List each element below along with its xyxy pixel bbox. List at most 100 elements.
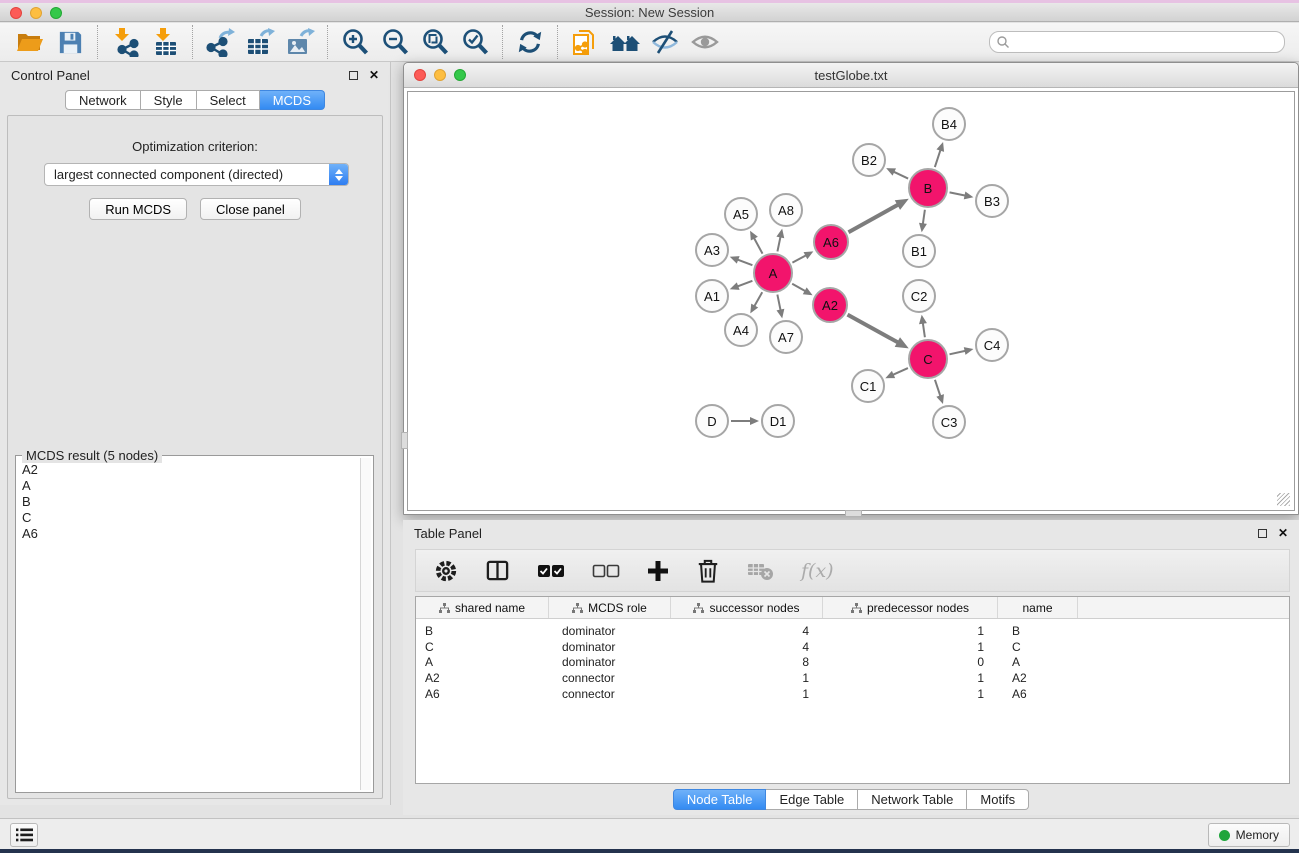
network-window-titlebar[interactable]: testGlobe.txt	[404, 63, 1298, 88]
tab-select[interactable]: Select	[197, 90, 260, 110]
tab-style[interactable]: Style	[141, 90, 197, 110]
split-handle-vertical[interactable]	[401, 432, 408, 449]
save-session-button[interactable]	[50, 25, 90, 59]
delete-icon[interactable]	[696, 558, 720, 584]
function-builder-icon[interactable]: f(x)	[801, 560, 834, 582]
table-cell[interactable]: connector	[549, 687, 671, 701]
table-cell[interactable]: A2	[998, 671, 1078, 685]
network-minimize-button[interactable]	[434, 69, 446, 81]
search-box[interactable]	[989, 31, 1285, 53]
column-header-shared-name[interactable]: shared name	[416, 597, 549, 618]
close-table-panel-button[interactable]: ✕	[1278, 527, 1288, 539]
network-node-A4[interactable]: A4	[724, 313, 758, 347]
network-node-C1[interactable]: C1	[851, 369, 885, 403]
network-node-B2[interactable]: B2	[852, 143, 886, 177]
export-image-button[interactable]	[280, 25, 320, 59]
network-node-A3[interactable]: A3	[695, 233, 729, 267]
network-node-A2[interactable]: A2	[812, 287, 848, 323]
zoom-selected-button[interactable]	[455, 25, 495, 59]
table-cell[interactable]: 1	[671, 671, 823, 685]
network-edge[interactable]	[777, 235, 780, 251]
network-edge[interactable]	[777, 295, 780, 312]
tab-node-table[interactable]: Node Table	[673, 789, 767, 810]
split-handle-horizontal[interactable]	[845, 510, 862, 517]
table-cell[interactable]: A	[416, 655, 549, 669]
close-panel-button-2[interactable]: Close panel	[200, 198, 301, 220]
network-node-B3[interactable]: B3	[975, 184, 1009, 218]
result-item[interactable]: C	[22, 510, 359, 526]
select-all-icon[interactable]	[537, 563, 565, 579]
table-row[interactable]: Adominator80A	[416, 655, 1289, 671]
network-edge[interactable]	[754, 292, 763, 307]
result-item[interactable]: A6	[22, 526, 359, 542]
column-header-name[interactable]: name	[998, 597, 1078, 618]
export-network-button[interactable]	[200, 25, 240, 59]
table-cell[interactable]: A6	[416, 687, 549, 701]
table-cell[interactable]: 4	[671, 624, 823, 638]
deselect-all-icon[interactable]	[592, 563, 620, 579]
float-table-panel-button[interactable]	[1258, 529, 1267, 538]
zoom-in-button[interactable]	[335, 25, 375, 59]
table-cell[interactable]: dominator	[549, 640, 671, 654]
table-cell[interactable]: dominator	[549, 624, 671, 638]
table-cell[interactable]: 1	[823, 671, 998, 685]
show-columns-icon[interactable]	[485, 558, 510, 583]
export-table-button[interactable]	[240, 25, 280, 59]
network-edge[interactable]	[753, 237, 762, 254]
network-node-A[interactable]: A	[753, 253, 793, 293]
network-node-C4[interactable]: C4	[975, 328, 1009, 362]
network-node-C3[interactable]: C3	[932, 405, 966, 439]
column-header-MCDS-role[interactable]: MCDS role	[549, 597, 671, 618]
network-edge[interactable]	[848, 203, 900, 232]
table-cell[interactable]: C	[998, 640, 1078, 654]
tab-mcds[interactable]: MCDS	[260, 90, 325, 110]
table-row[interactable]: Bdominator41B	[416, 623, 1289, 639]
delete-table-icon[interactable]	[747, 560, 774, 582]
import-table-button[interactable]	[145, 25, 185, 59]
tab-edge-table[interactable]: Edge Table	[766, 789, 858, 810]
search-input[interactable]	[1010, 35, 1278, 49]
network-canvas[interactable]: B4B2BB3A5A8A6A3B1AA1C2A2A4A7C4CC1C3DD1	[407, 91, 1295, 511]
network-edge[interactable]	[950, 192, 967, 195]
network-edge[interactable]	[792, 284, 806, 292]
column-header-predecessor-nodes[interactable]: predecessor nodes	[823, 597, 998, 618]
network-edge[interactable]	[923, 210, 925, 226]
close-panel-button[interactable]: ✕	[369, 69, 379, 81]
network-node-C2[interactable]: C2	[902, 279, 936, 313]
table-row[interactable]: A6connector11A6	[416, 686, 1289, 702]
network-edge[interactable]	[923, 321, 925, 337]
network-node-A7[interactable]: A7	[769, 320, 803, 354]
tab-network[interactable]: Network	[65, 90, 141, 110]
network-edge[interactable]	[935, 148, 941, 167]
table-cell[interactable]: 0	[823, 655, 998, 669]
table-cell[interactable]: A2	[416, 671, 549, 685]
network-node-B1[interactable]: B1	[902, 234, 936, 268]
network-edge[interactable]	[892, 171, 908, 179]
show-all-button[interactable]	[685, 25, 725, 59]
result-scrollbar[interactable]	[360, 458, 371, 790]
tab-network-table[interactable]: Network Table	[858, 789, 967, 810]
network-node-A1[interactable]: A1	[695, 279, 729, 313]
network-edge[interactable]	[792, 255, 807, 263]
network-edge[interactable]	[736, 281, 752, 287]
table-cell[interactable]: A	[998, 655, 1078, 669]
network-zoom-button[interactable]	[454, 69, 466, 81]
home-button[interactable]	[605, 25, 645, 59]
table-cell[interactable]: dominator	[549, 655, 671, 669]
copy-network-button[interactable]	[565, 25, 605, 59]
table-cell[interactable]: 1	[671, 687, 823, 701]
float-panel-button[interactable]	[349, 71, 358, 80]
table-cell[interactable]: 4	[671, 640, 823, 654]
table-cell[interactable]: B	[416, 624, 549, 638]
add-column-icon[interactable]	[647, 560, 669, 582]
table-row[interactable]: Cdominator41C	[416, 639, 1289, 655]
zoom-out-button[interactable]	[375, 25, 415, 59]
tab-motifs[interactable]: Motifs	[967, 789, 1029, 810]
table-cell[interactable]: C	[416, 640, 549, 654]
network-node-B4[interactable]: B4	[932, 107, 966, 141]
network-node-A5[interactable]: A5	[724, 197, 758, 231]
refresh-button[interactable]	[510, 25, 550, 59]
network-node-A8[interactable]: A8	[769, 193, 803, 227]
zoom-fit-button[interactable]	[415, 25, 455, 59]
import-network-button[interactable]	[105, 25, 145, 59]
